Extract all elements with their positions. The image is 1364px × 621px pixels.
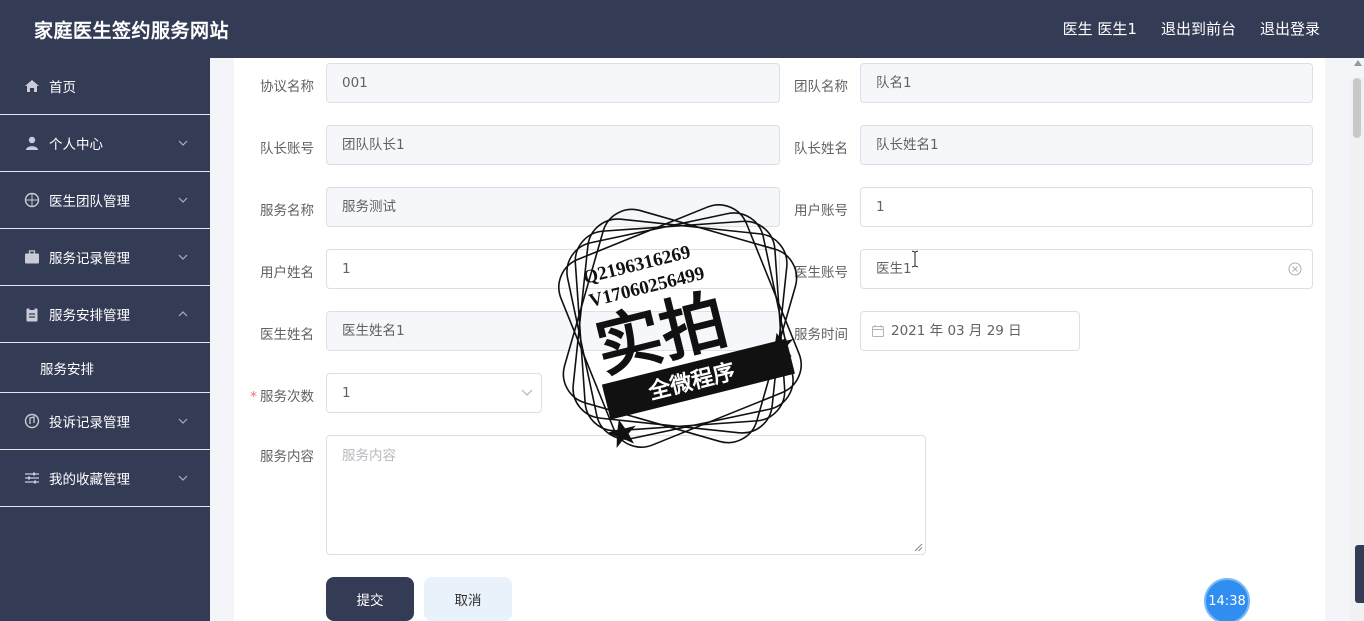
chevron-down-icon (178, 418, 188, 424)
doctor-name-label: 医生姓名 (260, 327, 314, 343)
cancel-button[interactable]: 取消 (424, 577, 512, 621)
service-count-label-text: 服务次数 (260, 389, 314, 405)
sidebar-item-label: 医生团队管理 (49, 194, 130, 210)
captain-account-field[interactable]: 团队队长1 (326, 125, 780, 165)
doctor-account-value: 医生1 (876, 261, 912, 277)
clipboard-icon (24, 306, 40, 322)
submit-button[interactable]: 提交 (326, 577, 414, 621)
home-icon (24, 78, 40, 94)
service-count-value: 1 (342, 385, 351, 401)
header-actions: 医生 医生1 退出到前台 退出登录 (1063, 18, 1320, 39)
team-name-label: 团队名称 (794, 79, 848, 95)
service-count-select[interactable]: 1 (326, 373, 542, 413)
chevron-down-icon (178, 140, 188, 146)
back-to-front-link[interactable]: 退出到前台 (1161, 18, 1236, 39)
user-account-field[interactable]: 1 (860, 187, 1313, 227)
service-content-label: 服务内容 (260, 449, 314, 465)
sidebar-item-label: 首页 (49, 80, 76, 96)
sliders-icon (24, 470, 40, 486)
complaint-icon (24, 413, 40, 429)
service-time-datepicker[interactable]: 2021 年 03 月 29 日 (860, 311, 1080, 351)
logout-link[interactable]: 退出登录 (1260, 18, 1320, 39)
chevron-down-icon (178, 475, 188, 481)
sidebar-item-service-records[interactable]: 服务记录管理 (0, 229, 210, 286)
sidebar-item-label: 个人中心 (49, 137, 103, 153)
doctor-account-field[interactable]: 医生1 (860, 249, 1313, 289)
sidebar-item-label: 服务记录管理 (49, 251, 130, 267)
sidebar-subitem-label: 服务安排 (40, 361, 94, 378)
edge-widget[interactable] (1355, 545, 1364, 603)
briefcase-icon (24, 249, 40, 265)
text-cursor-icon (911, 250, 919, 268)
current-user-label: 医生 医生1 (1062, 20, 1137, 38)
captain-account-label: 队长账号 (260, 141, 314, 157)
sidebar-item-label: 服务安排管理 (49, 308, 130, 324)
sidebar-item-personal-center[interactable]: 个人中心 (0, 115, 210, 172)
captain-name-field[interactable]: 队长姓名1 (860, 125, 1313, 165)
scrollbar-thumb[interactable] (1353, 78, 1361, 138)
sidebar-item-doctor-team[interactable]: 医生团队管理 (0, 172, 210, 229)
service-time-value: 2021 年 03 月 29 日 (891, 323, 1022, 339)
watermark-stamp: Q2196316269 V17060256499 实拍 全微程序 (558, 204, 802, 448)
site-title: 家庭医生签约服务网站 (34, 20, 230, 42)
service-name-label: 服务名称 (260, 203, 314, 219)
required-mark: * (250, 389, 257, 405)
sidebar-subitem-service-arrangement[interactable]: 服务安排 (0, 343, 210, 393)
clear-icon[interactable] (1288, 262, 1302, 276)
page-scrollbar[interactable] (1350, 78, 1364, 621)
chevron-down-icon (521, 389, 533, 396)
user-icon (24, 135, 40, 151)
scroll-up-arrow-icon[interactable] (1354, 60, 1362, 66)
team-icon (24, 192, 40, 208)
sidebar-item-home[interactable]: 首页 (0, 58, 210, 115)
service-content-placeholder: 服务内容 (342, 448, 396, 464)
user-name-label: 用户姓名 (260, 265, 314, 281)
top-header: 家庭医生签约服务网站 医生 医生1 退出到前台 退出登录 (0, 0, 1364, 58)
team-name-field[interactable]: 队名1 (860, 63, 1313, 103)
chevron-down-icon (178, 197, 188, 203)
sidebar: 首页 个人中心 医生团队管理 服务记录管理 服务安排管理 服务安排 投诉记录管理… (0, 58, 210, 621)
sidebar-item-complaint-records[interactable]: 投诉记录管理 (0, 393, 210, 450)
resize-handle-icon[interactable] (913, 542, 923, 552)
sidebar-item-favorites[interactable]: 我的收藏管理 (0, 450, 210, 507)
calendar-icon (872, 325, 884, 337)
sidebar-item-service-arrangement[interactable]: 服务安排管理 (0, 286, 210, 343)
service-count-label: * 服务次数 (234, 385, 314, 405)
agreement-name-label: 协议名称 (260, 79, 314, 95)
time-badge: 14:38 (1204, 578, 1250, 621)
chevron-down-icon (178, 254, 188, 260)
sidebar-item-label: 我的收藏管理 (49, 472, 130, 488)
captain-name-label: 队长姓名 (794, 141, 848, 157)
sidebar-item-label: 投诉记录管理 (49, 415, 130, 431)
chevron-up-icon (178, 311, 188, 317)
agreement-name-field[interactable]: 001 (326, 63, 780, 103)
